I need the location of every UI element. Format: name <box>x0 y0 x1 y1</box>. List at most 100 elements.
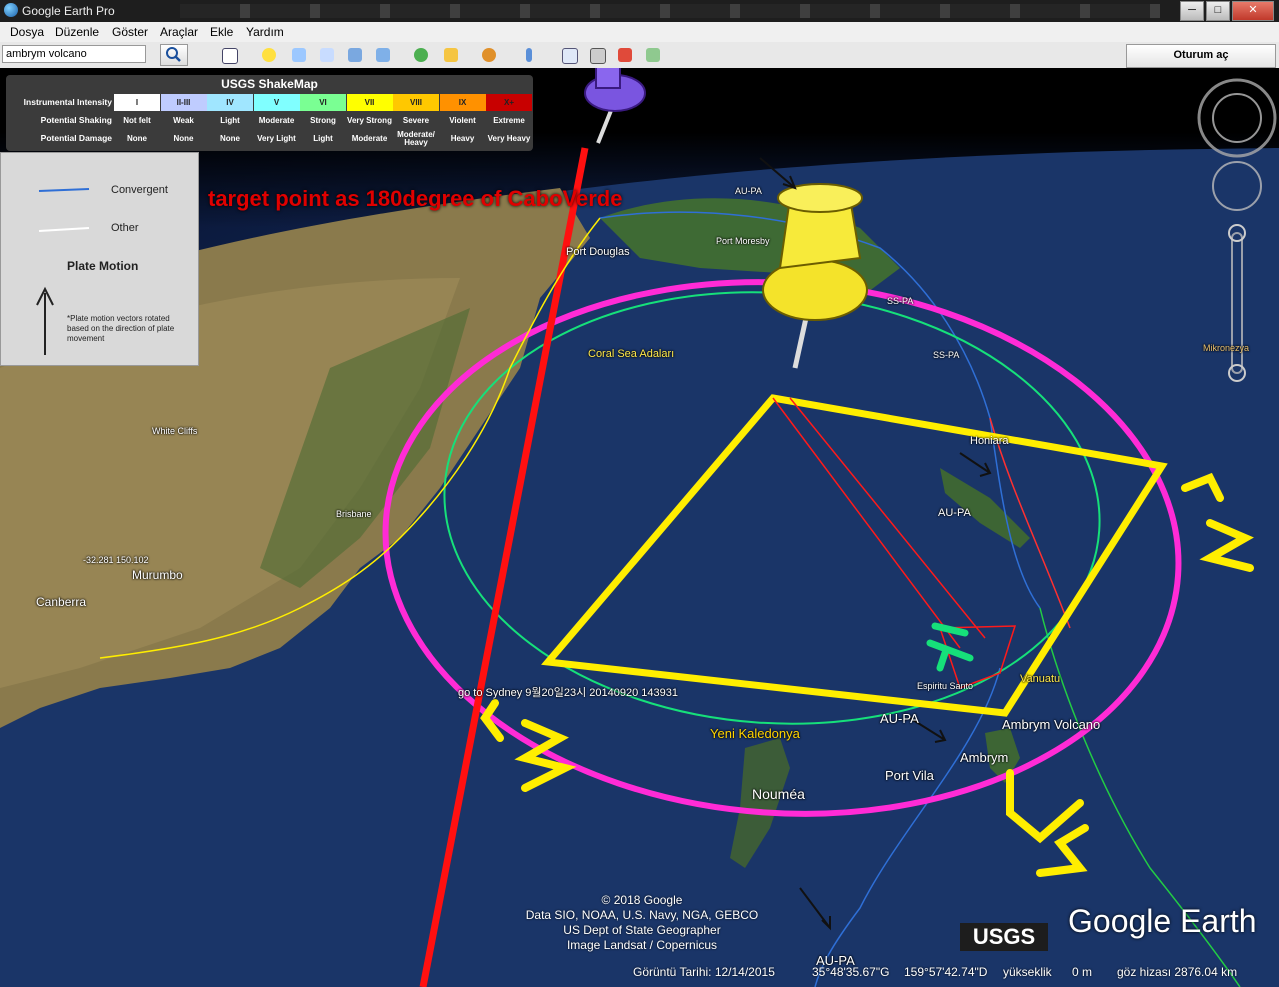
toolbar <box>0 42 1279 69</box>
eye-altitude: göz hizası 2876.04 km <box>1117 965 1238 979</box>
shaking-cell: Very Strong <box>347 116 392 125</box>
intensity-cell: VIII <box>393 94 439 111</box>
label-espiritu-santo: Espiritu Santo <box>917 681 974 691</box>
maps-icon <box>618 48 632 62</box>
shaking-cell: Weak <box>173 116 194 125</box>
intensity-cell: VII <box>346 94 393 111</box>
elevation-label: yükseklik <box>1003 965 1052 979</box>
intensity-cell: V <box>253 94 300 111</box>
label-port-moresby: Port Moresby <box>716 236 770 246</box>
shaking-cell: Extreme <box>493 116 525 125</box>
shakemap-title: USGS ShakeMap <box>221 77 318 91</box>
label-au-pa-2: AU-PA <box>938 507 971 519</box>
shaking-cell: Moderate <box>258 116 295 125</box>
menu-dosya[interactable]: Dosya <box>10 25 44 39</box>
intensity-cell: II-III <box>160 94 207 111</box>
sidebar-toggle-button[interactable] <box>218 45 240 65</box>
damage-cell: None <box>127 134 147 143</box>
path-icon <box>320 48 334 62</box>
convergent-line-swatch <box>38 188 90 192</box>
record-tour-button[interactable] <box>372 45 394 65</box>
menu-goster[interactable]: Göster <box>112 25 148 39</box>
menu-bar: Dosya Düzenle Göster Araçlar Ekle Yardım <box>0 22 1279 43</box>
label-go-to-sydney: go to Sydney 9월20일23시 20140920 143931 <box>458 687 678 699</box>
label-noumea: Nouméa <box>752 786 805 802</box>
legend-other: Other <box>111 222 139 234</box>
damage-cell: Moderate <box>351 134 388 143</box>
shaking-cell: Violent <box>449 116 476 125</box>
add-placemark-button[interactable] <box>258 45 280 65</box>
label-coral-sea: Coral Sea Adaları <box>588 348 675 360</box>
menu-duzenle[interactable]: Düzenle <box>55 25 99 39</box>
add-path-button[interactable] <box>316 45 338 65</box>
row-label-damage: Potential Damage <box>40 133 112 143</box>
shaking-cell: Not felt <box>123 116 151 125</box>
shaking-cell: Light <box>220 116 240 125</box>
view-in-maps-button[interactable] <box>614 45 636 65</box>
add-overlay-button[interactable] <box>344 45 366 65</box>
label-ambrym: Ambrym <box>960 750 1009 765</box>
label-white-cliffs: White Cliffs <box>152 426 198 436</box>
row-label-intensity: Instrumental Intensity <box>23 97 112 107</box>
title-bar: Google Earth Pro ─ □ ✕ <box>0 0 1279 22</box>
copyright-line: © 2018 Google <box>601 893 683 907</box>
email-button[interactable] <box>558 45 580 65</box>
row-label-shaking: Potential Shaking <box>40 115 112 125</box>
copyright-line: Image Landsat / Copernicus <box>566 938 718 952</box>
historical-imagery-button[interactable] <box>410 45 432 65</box>
damage-cell: None <box>173 134 194 143</box>
copyright-line: US Dept of State Geographer <box>563 923 721 937</box>
minimize-button[interactable]: ─ <box>1180 1 1204 21</box>
add-polygon-button[interactable] <box>288 45 310 65</box>
intensity-cell: IV <box>207 94 253 111</box>
label-ss-pa-1: SS-PA <box>887 296 914 306</box>
sidebar-icon <box>222 48 238 64</box>
save-image-button[interactable] <box>642 45 664 65</box>
label-canberra: Canberra <box>36 595 87 609</box>
label-au-pa-3: AU-PA <box>880 711 919 726</box>
menu-ekle[interactable]: Ekle <box>210 25 233 39</box>
close-button[interactable]: ✕ <box>1232 1 1274 21</box>
plate-motion-arrow-icon <box>36 286 54 355</box>
damage-cell: Light <box>313 134 333 143</box>
search-input[interactable] <box>2 45 146 63</box>
legend-convergent: Convergent <box>111 184 168 196</box>
sunlight-button[interactable] <box>440 45 462 65</box>
label-ss-pa-2: SS-PA <box>933 350 960 360</box>
damage-cell: None <box>220 134 240 143</box>
ruler-button[interactable] <box>518 45 540 65</box>
label-ambrym-volcano[interactable]: Ambrym Volcano <box>1002 717 1100 732</box>
print-icon <box>590 48 606 64</box>
purple-pushpin-icon[interactable] <box>584 68 646 144</box>
ruler-icon <box>526 48 532 62</box>
label-mikronezya: Mikronezya <box>1203 343 1250 353</box>
maximize-button[interactable]: □ <box>1206 1 1230 21</box>
plate-legend: Convergent Other Plate Motion *Plate mot… <box>0 152 199 366</box>
overlay-icon <box>348 48 362 62</box>
legend-plate-motion: Plate Motion <box>67 259 139 273</box>
shaking-cell: Strong <box>310 116 336 125</box>
label-au-pa-1: AU-PA <box>735 186 762 196</box>
email-icon <box>562 48 578 64</box>
planets-button[interactable] <box>478 45 500 65</box>
intensity-cell: I <box>114 94 160 111</box>
elevation-value: 0 m <box>1072 965 1093 979</box>
google-earth-logo: Google Earth <box>1068 903 1257 939</box>
menu-araclar[interactable]: Araçlar <box>160 25 198 39</box>
sun-icon <box>444 48 458 62</box>
look-joystick[interactable] <box>1212 93 1262 143</box>
image-icon <box>646 48 660 62</box>
login-button[interactable]: Oturum aç <box>1126 44 1276 68</box>
label-brisbane: Brisbane <box>336 509 372 519</box>
menu-yardim[interactable]: Yardım <box>246 25 284 39</box>
search-button[interactable] <box>160 44 188 66</box>
print-button[interactable] <box>586 45 608 65</box>
other-line-swatch <box>38 227 90 232</box>
shaking-cell: Severe <box>402 116 430 125</box>
compass-ring[interactable] <box>1197 78 1277 158</box>
planet-icon <box>482 48 496 62</box>
search-icon <box>166 47 181 62</box>
damage-cell: Heavy <box>450 134 475 143</box>
legend-note: *Plate motion vectors rotated based on t… <box>67 314 175 343</box>
shakemap-legend: USGS ShakeMap Instrumental Intensity Pot… <box>6 75 533 151</box>
